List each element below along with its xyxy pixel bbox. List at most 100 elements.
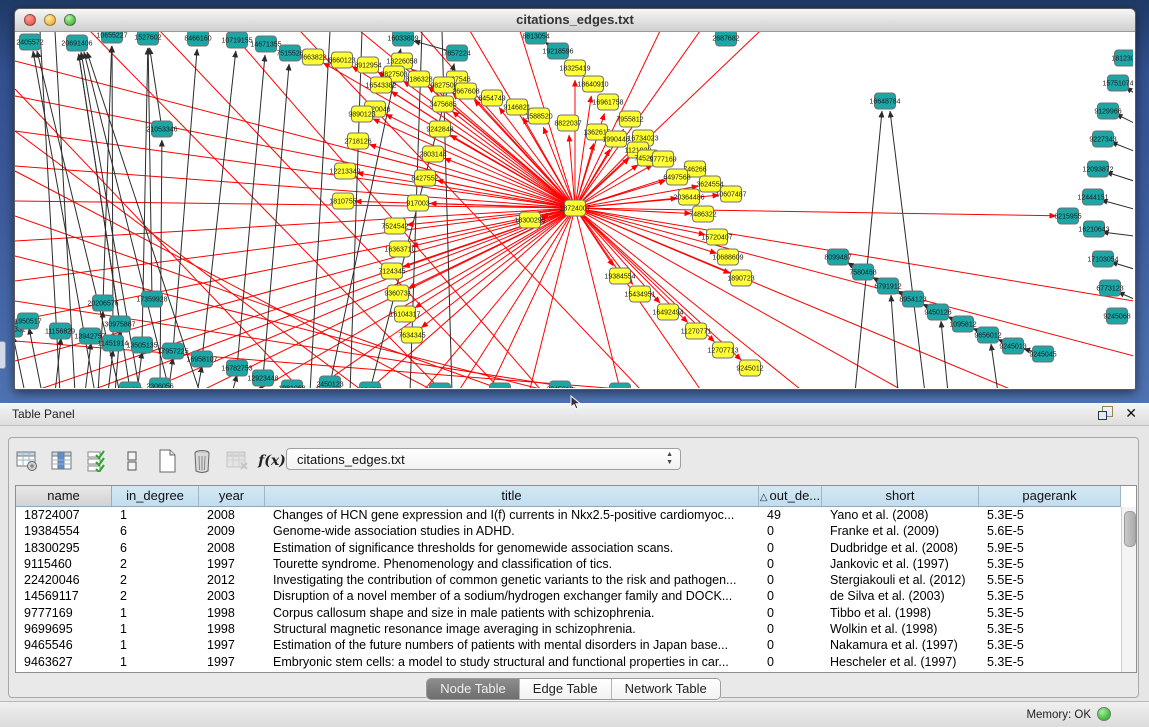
graph-node-label: 8427552 <box>411 176 438 183</box>
black-edge <box>237 55 265 368</box>
graph-node-label: 18724007 <box>559 206 590 213</box>
table-row[interactable]: 946554611997Estimation of the future num… <box>16 637 1136 653</box>
table-cell: 9465546 <box>16 637 112 653</box>
column-header-in_degree[interactable]: in_degree <box>112 486 199 507</box>
graph-node-label: 1812305 <box>1111 56 1133 63</box>
table-settings-icon[interactable] <box>15 449 39 473</box>
function-builder-icon[interactable]: f(x) <box>260 449 284 473</box>
window-title: citations_edges.txt <box>15 12 1135 27</box>
row-height-icon[interactable] <box>120 449 144 473</box>
column-header-year[interactable]: year <box>199 486 265 507</box>
table-selector-dropdown[interactable]: citations_edges.txt ▲▼ <box>286 448 681 470</box>
graph-node-label: 9245013 <box>999 344 1026 351</box>
table-cell: 5.9E-5 <box>979 540 1121 556</box>
graph-node-label: 16363710 <box>384 247 415 254</box>
show-columns-icon[interactable] <box>50 449 74 473</box>
black-edge <box>15 336 25 388</box>
table-cell: 0 <box>759 637 822 653</box>
tab-network-table[interactable]: Network Table <box>612 679 720 699</box>
red-edge <box>415 208 575 308</box>
table-cell: 6 <box>112 523 199 539</box>
tab-node-table[interactable]: Node Table <box>427 679 520 699</box>
graph-node-label: 16492494 <box>652 310 683 317</box>
table-cell: Jankovic et al. (1997) <box>822 556 979 572</box>
column-header-out_de[interactable]: △out_de... <box>759 486 822 507</box>
graph-node-label: 8813054 <box>522 34 549 41</box>
column-header-title[interactable]: title <box>265 486 759 507</box>
combo-stepper-icon: ▲▼ <box>666 451 673 467</box>
graph-node-label: 9450126 <box>924 310 951 317</box>
table-cell: 6 <box>112 540 199 556</box>
select-all-icon[interactable] <box>85 449 109 473</box>
graph-node-label: 1810755 <box>329 199 356 206</box>
graph-node[interactable] <box>610 383 631 388</box>
graph-node-label: 2803144 <box>419 152 446 159</box>
graph-node-label: 13505135 <box>126 343 157 350</box>
memory-status-indicator[interactable] <box>1097 707 1111 721</box>
table-cell: 9115460 <box>16 556 112 572</box>
black-edge <box>148 48 152 299</box>
graph-node-label: 8186328 <box>405 77 432 84</box>
table-row[interactable]: 911546021997Tourette syndrome. Phenomeno… <box>16 556 1136 572</box>
float-panel-icon[interactable] <box>1098 406 1113 420</box>
black-edge <box>202 51 236 359</box>
graph-node-label: 10607487 <box>715 192 746 199</box>
graph-node[interactable] <box>490 383 511 388</box>
table-cell: 5.3E-5 <box>979 507 1121 523</box>
new-table-icon[interactable] <box>155 449 179 473</box>
graph-node-label: 9146821 <box>503 105 530 112</box>
scrollbar-thumb[interactable] <box>1124 511 1136 547</box>
tab-edge-table[interactable]: Edge Table <box>520 679 612 699</box>
graph-node-label: 20364486 <box>673 195 704 202</box>
table-row[interactable]: 1830029562008Estimation of significance … <box>16 540 1136 556</box>
table-cell: Corpus callosum shape and size in male p… <box>265 605 759 621</box>
table-cell: 18724007 <box>16 507 112 523</box>
graph-node-label: 2667608 <box>452 89 479 96</box>
table-row[interactable]: 946362711997Embryonic stem cells: a mode… <box>16 654 1136 670</box>
graph-node-label: 6497568 <box>663 175 690 182</box>
table-header-row: namein_degreeyeartitle△out_de...shortpag… <box>16 486 1136 507</box>
close-panel-icon[interactable]: ✕ <box>1125 406 1137 420</box>
table-cell: Stergiakouli et al. (2012) <box>822 572 979 588</box>
graph-node-label: 15434951 <box>624 292 655 299</box>
graph-node-label: 9227343 <box>1089 137 1116 144</box>
graph-node-label: 20206576 <box>87 301 118 308</box>
table-cell: 18300295 <box>16 540 112 556</box>
table-row[interactable]: 1872400712008Changes of HCN gene express… <box>16 507 1136 523</box>
graph-node-label: 6791912 <box>874 284 901 291</box>
column-header-short[interactable]: short <box>822 486 979 507</box>
table-cell: 5.3E-5 <box>979 654 1121 670</box>
table-cell: 1 <box>112 654 199 670</box>
graph-node-label: 30975887 <box>104 322 135 329</box>
collapsed-panel-handle[interactable] <box>0 341 6 369</box>
graph-node-label: 1990446 <box>602 137 629 144</box>
graph-node[interactable] <box>430 383 451 388</box>
red-edge <box>575 208 705 235</box>
table-cell: 9777169 <box>16 605 112 621</box>
table-row[interactable]: 977716911998Corpus callosum shape and si… <box>16 605 1136 621</box>
table-row[interactable]: 969969511998Structural magnetic resonanc… <box>16 621 1136 637</box>
graph-node-label: 1011386 <box>117 388 144 389</box>
red-edge <box>15 208 575 281</box>
column-header-name[interactable]: name <box>16 486 112 507</box>
network-view-window: citations_edges.txt 18724007240557220691… <box>14 8 1136 390</box>
table-cell: 2012 <box>199 572 265 588</box>
graph-node-label: 19218596 <box>542 49 573 56</box>
graph-node-label: 2687682 <box>712 36 739 43</box>
red-edge <box>260 208 575 388</box>
delete-entries-icon[interactable] <box>190 449 214 473</box>
table-row[interactable]: 2242004622012Investigating the contribut… <box>16 572 1136 588</box>
table-cell: 1997 <box>199 637 265 653</box>
red-edge <box>575 208 1056 216</box>
column-header-pagerank[interactable]: pagerank <box>979 486 1121 507</box>
graph-node-label: 2405572 <box>16 40 43 47</box>
graph-node-label: 10719155 <box>221 38 252 45</box>
table-cell: 2 <box>112 588 199 604</box>
table-row[interactable]: 1938455462009Genome-wide association stu… <box>16 523 1136 539</box>
vertical-scrollbar[interactable] <box>1121 507 1136 673</box>
table-tabs: Node TableEdge TableNetwork Table <box>9 678 1138 700</box>
window-titlebar[interactable]: citations_edges.txt <box>15 9 1135 32</box>
table-cell: 1998 <box>199 621 265 637</box>
table-row[interactable]: 1456911722003Disruption of a novel membe… <box>16 588 1136 604</box>
network-canvas[interactable]: 1872400724055722069140610655227152760284… <box>15 32 1133 388</box>
